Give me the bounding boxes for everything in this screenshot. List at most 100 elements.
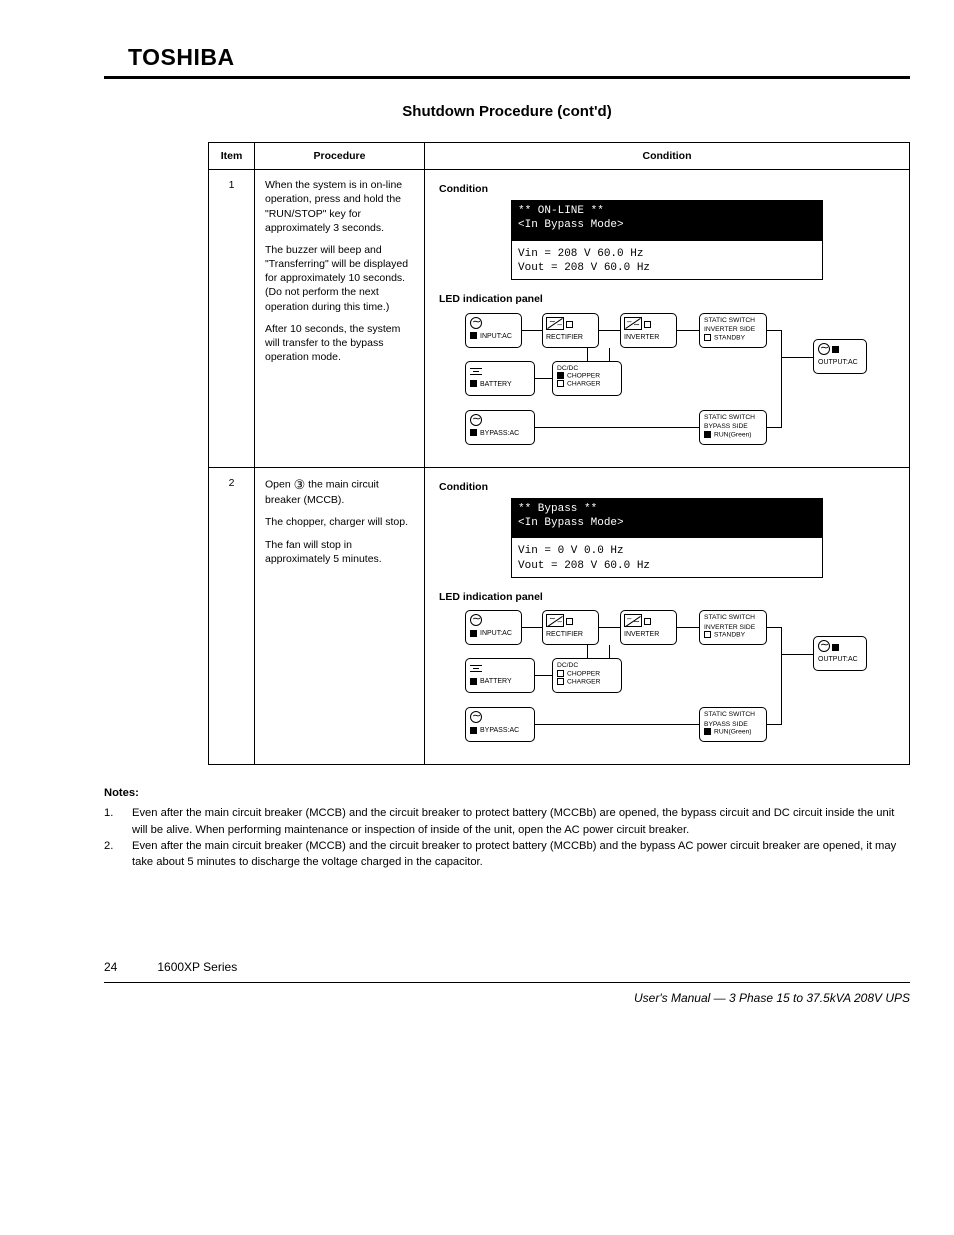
footer-rule [104,982,910,983]
procedure-table: Item Procedure Condition 1 When the syst… [208,142,910,765]
led-icon [557,380,564,387]
section-title: Shutdown Procedure (cont'd) [104,103,910,120]
inverter-icon: –∼ [624,317,642,330]
rectifier-icon: ∼– [546,317,564,330]
procedure-text: The chopper, charger will stop. [265,515,414,529]
procedure-cell: When the system is in on-line operation,… [255,170,425,467]
led-icon [704,334,711,341]
led-icon [704,728,711,735]
led-icon [470,429,477,436]
sine-icon [470,614,482,626]
led-icon [470,678,477,685]
note-item: 1. Even after the main circuit breaker (… [104,805,910,837]
block-static-switch-inv: STATIC SWITCH INVERTER SIDE STANDBY [699,313,767,348]
txt: Open [265,478,294,490]
header-rule [104,76,910,79]
block-inverter: –∼ INVERTER [620,313,677,348]
led-icon [470,727,477,734]
block-static-switch-byp: STATIC SWITCH BYPASS SIDE RUN(Green) [699,410,767,445]
circled-3-icon: ③ [294,477,306,492]
block-rectifier: ∼– RECTIFIER [542,610,599,645]
led-diagram: INPUT:AC ∼– RECTIFIER –∼ INVERTER [465,313,869,453]
condition-cell: Condition ** ON-LINE ** <In Bypass Mode>… [425,170,910,467]
led-label: RUN(Green) [714,729,752,736]
block-sub-label: INVERTER SIDE [704,326,762,334]
led-icon [470,630,477,637]
block-label: BYPASS:AC [480,430,519,437]
block-label: RECTIFIER [546,334,583,341]
sine-icon [818,343,830,355]
led-icon [566,321,573,328]
note-number: 1. [104,805,122,837]
block-ac-input: INPUT:AC [465,610,522,645]
note-number: 2. [104,838,122,870]
block-label: STATIC SWITCH [704,414,762,422]
panel-title: LED indication panel [439,590,895,604]
lcd-display: ** ON-LINE ** <In Bypass Mode> Vin = 208… [511,200,823,280]
inverter-icon: –∼ [624,614,642,627]
block-label: BATTERY [480,381,512,388]
block-static-switch-byp: STATIC SWITCH BYPASS SIDE RUN(Green) [699,707,767,742]
condition-cell: Condition ** Bypass ** <In Bypass Mode> … [425,467,910,764]
sine-icon [470,414,482,426]
block-output: OUTPUT:AC [813,636,867,671]
lcd-line: ** Bypass ** [518,503,816,517]
condition-subtitle: Condition [439,480,895,494]
procedure-cell: Open ③ the main circuit breaker (MCCB). … [255,467,425,764]
block-label: INPUT:AC [480,333,512,340]
procedure-text: Open ③ the main circuit breaker (MCCB). [265,476,414,508]
block-bypass: BYPASS:AC [465,707,535,742]
lcd-line: <In Bypass Mode> [518,517,816,531]
block-rectifier: ∼– RECTIFIER [542,313,599,348]
battery-icon [470,365,482,377]
block-label: BATTERY [480,678,512,685]
led-icon [644,321,651,328]
procedure-text: When the system is in on-line operation,… [265,178,414,235]
led-label: STANDBY [714,334,745,341]
note-item: 2. Even after the main circuit breaker (… [104,838,910,870]
block-static-switch-inv: STATIC SWITCH INVERTER SIDE STANDBY [699,610,767,645]
block-bypass: BYPASS:AC [465,410,535,445]
col-header-item: Item [209,143,255,170]
battery-icon [470,662,482,674]
block-dcdc: DC/DC CHOPPER CHARGER [552,361,622,396]
page-number: 24 [104,960,117,974]
item-number: 2 [209,467,255,764]
led-icon [704,631,711,638]
led-icon [832,346,839,353]
table-row: 2 Open ③ the main circuit breaker (MCCB)… [209,467,910,764]
led-icon [557,372,564,379]
block-label: DC/DC [557,365,617,373]
block-dcdc: DC/DC CHOPPER CHARGER [552,658,622,693]
lcd-line: Vout = 208 V 60.0 Hz [518,559,816,573]
led-icon [644,618,651,625]
brand-logo: TOSHIBA [128,44,910,71]
block-battery: BATTERY [465,361,535,396]
note-text: Even after the main circuit breaker (MCC… [132,805,910,837]
led-icon [557,678,564,685]
led-icon [704,431,711,438]
block-sub-label: INVERTER SIDE [704,624,762,632]
notes-header: Notes: [104,785,910,801]
lcd-line: Vout = 208 V 60.0 Hz [518,261,816,275]
block-label: CHARGER [567,381,600,388]
block-label: STATIC SWITCH [704,614,762,622]
sine-icon [470,317,482,329]
item-number: 1 [209,170,255,467]
lcd-line: ** ON-LINE ** [518,205,816,219]
lcd-line: Vin = 208 V 60.0 Hz [518,247,816,261]
col-header-condition: Condition [425,143,910,170]
table-row: 1 When the system is in on-line operatio… [209,170,910,467]
block-ac-input: INPUT:AC [465,313,522,348]
procedure-text: The buzzer will beep and "Transferring" … [265,243,414,314]
block-label: CHOPPER [567,373,600,380]
sine-icon [818,640,830,652]
lcd-line: Vin = 0 V 0.0 Hz [518,544,816,558]
block-battery: BATTERY [465,658,535,693]
condition-subtitle: Condition [439,182,895,196]
page-footer: 24 1600XP Series User's Manual — 3 Phase… [104,960,910,1005]
lcd-display: ** Bypass ** <In Bypass Mode> Vin = 0 V … [511,498,823,578]
sine-icon [470,711,482,723]
block-label: INVERTER [624,334,659,341]
block-inverter: –∼ INVERTER [620,610,677,645]
